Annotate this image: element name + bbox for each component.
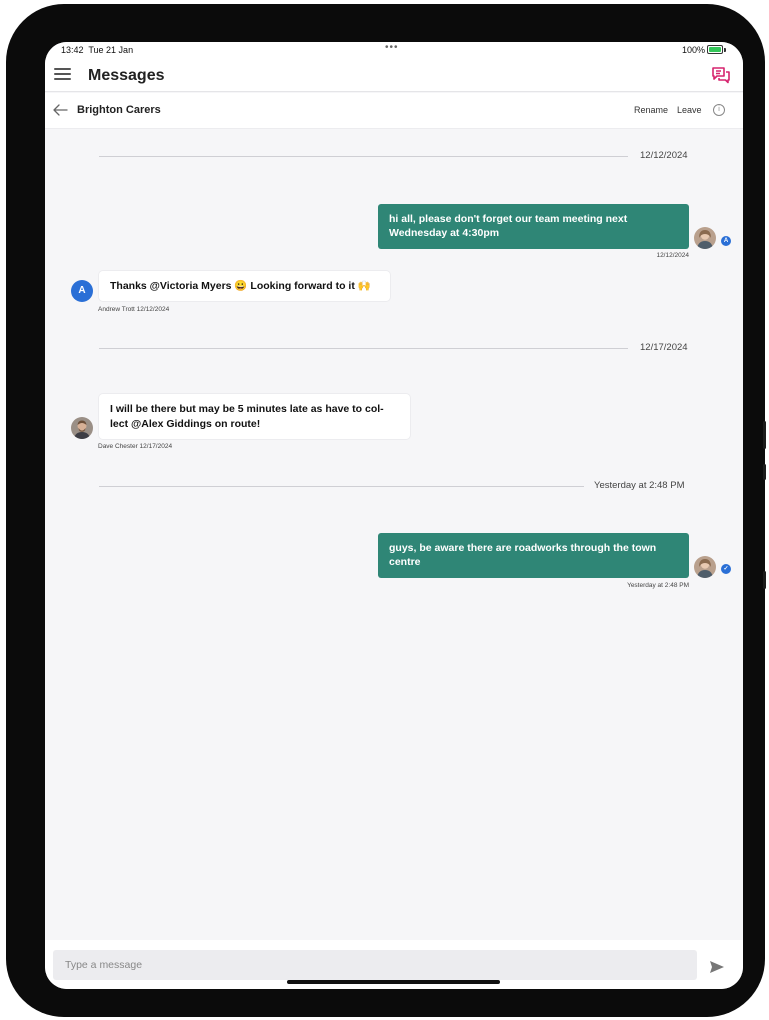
user-avatar (694, 227, 716, 249)
message-timestamp: 12/12/2024 (656, 252, 689, 259)
sender-avatar (71, 417, 93, 439)
message-sender-meta: Dave Chester 12/17/2024 (98, 443, 173, 450)
tablet-frame: 13:42 Tue 21 Jan ••• 100% Messages Brigh… (6, 4, 766, 1017)
hamburger-menu-icon[interactable] (54, 68, 71, 81)
conversation-header: Brighton Carers Rename Leave i (45, 93, 743, 129)
date-separator-label: 12/17/2024 (640, 342, 688, 353)
multitasking-dots[interactable]: ••• (385, 42, 399, 53)
new-chat-icon[interactable] (711, 66, 731, 84)
outgoing-message-bubble[interactable]: hi all, please don't forget our team mee… (378, 204, 689, 249)
status-bar: 13:42 Tue 21 Jan ••• 100% (45, 42, 743, 58)
send-icon[interactable] (709, 960, 725, 974)
screen: 13:42 Tue 21 Jan ••• 100% Messages Brigh… (45, 42, 743, 989)
user-avatar (694, 556, 716, 578)
info-icon[interactable]: i (713, 104, 725, 116)
leave-button[interactable]: Leave (677, 105, 702, 115)
status-time-value: 13:42 (61, 45, 84, 55)
page-title: Messages (88, 67, 165, 84)
date-separator-label: 12/12/2024 (640, 150, 688, 161)
message-text: hi all, please don't forget our team mee… (389, 213, 628, 239)
message-text: Thanks @Victoria Myers 😀 Looking forward… (110, 280, 371, 292)
date-separator: 12/17/2024 (99, 342, 689, 354)
battery-tip (724, 48, 726, 52)
rename-button[interactable]: Rename (634, 105, 668, 115)
status-date: Tue 21 Jan (88, 45, 134, 55)
battery-percent: 100% (682, 45, 706, 55)
read-receipt-badge: ✓ (721, 564, 731, 574)
date-separator: 12/12/2024 (99, 150, 689, 162)
message-input[interactable] (53, 950, 697, 980)
incoming-message-bubble[interactable]: Thanks @Victoria Myers 😀 Looking forward… (99, 271, 390, 301)
message-text: I will be there but may be 5 minutes lat… (110, 403, 384, 430)
status-time: 13:42 Tue 21 Jan (61, 45, 133, 55)
side-button (763, 464, 766, 480)
read-receipt-badge: A (721, 236, 731, 246)
side-button (763, 571, 766, 589)
date-separator: Yesterday at 2:48 PM (99, 480, 694, 492)
app-header: Messages (45, 58, 743, 92)
message-text: guys, be aware there are roadworks throu… (389, 542, 657, 568)
incoming-message-bubble[interactable]: I will be there but may be 5 minutes lat… (99, 394, 410, 439)
outgoing-message-bubble[interactable]: guys, be aware there are roadworks throu… (378, 533, 689, 578)
message-timestamp: Yesterday at 2:48 PM (627, 582, 689, 589)
date-separator-label: Yesterday at 2:48 PM (594, 480, 685, 491)
conversation-title: Brighton Carers (77, 104, 161, 116)
side-button (763, 421, 766, 449)
sender-avatar: A (71, 280, 93, 302)
home-indicator[interactable] (287, 980, 500, 984)
message-sender-meta: Andrew Trott 12/12/2024 (98, 306, 170, 313)
battery-icon (707, 45, 723, 54)
back-arrow-icon[interactable] (52, 103, 68, 117)
